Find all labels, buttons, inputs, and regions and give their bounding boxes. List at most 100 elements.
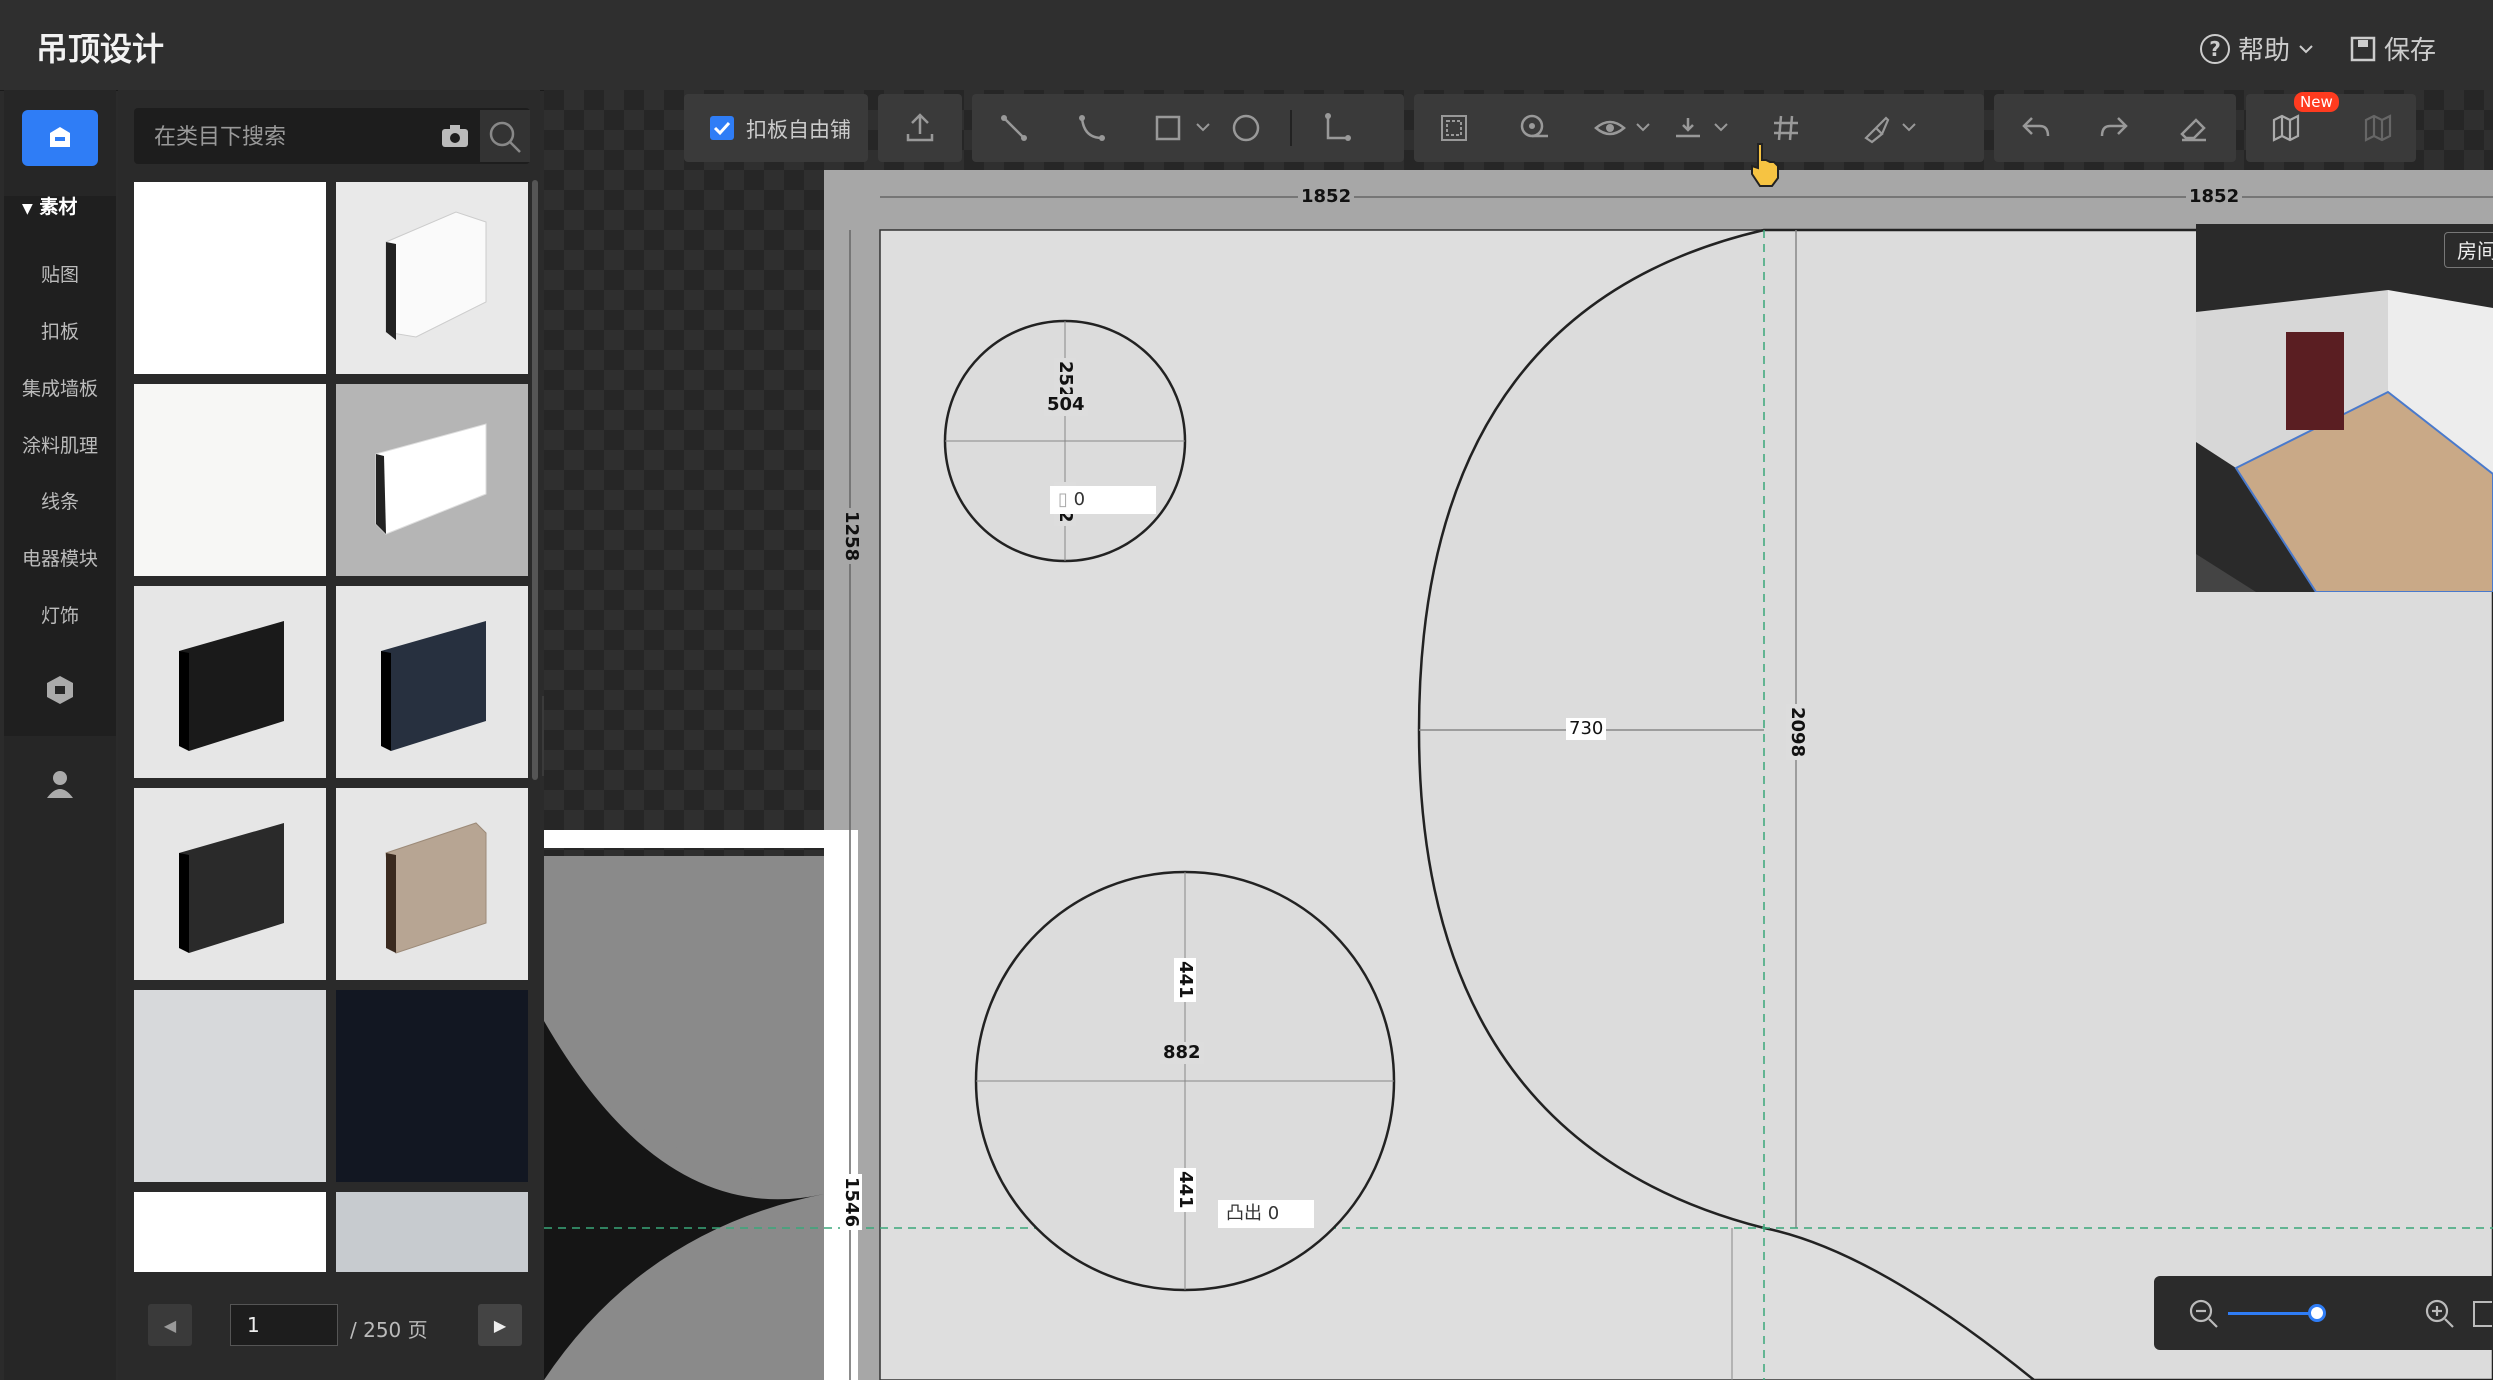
chevron-down-icon[interactable] <box>1902 122 1916 132</box>
eraser-icon <box>2180 118 2206 142</box>
camera-icon[interactable] <box>440 122 470 150</box>
materials-tab-button[interactable] <box>22 110 98 166</box>
search-button[interactable] <box>480 110 530 162</box>
material-tile[interactable] <box>336 990 528 1182</box>
eraser-button[interactable] <box>2174 108 2214 148</box>
category-item-lines[interactable]: 线条 <box>4 487 116 514</box>
save-button[interactable]: 保存 <box>2350 30 2436 67</box>
toolbar-group-export <box>878 94 962 162</box>
left-wall-lower <box>824 830 858 1380</box>
map-alt-button[interactable] <box>2358 108 2398 148</box>
mid-circle-offset-tag[interactable]: 凸出 0 <box>1218 1200 1314 1228</box>
dim-top-left: 1852 <box>1298 186 1355 208</box>
rectangle-tool-button[interactable] <box>1148 108 1188 148</box>
save-icon <box>2350 36 2376 61</box>
undo-button[interactable] <box>2016 108 2056 148</box>
measure-tool-button[interactable] <box>1514 108 1554 148</box>
chevron-down-icon[interactable] <box>1714 122 1728 132</box>
map-button[interactable] <box>2266 108 2306 148</box>
angle-tool-button[interactable] <box>1316 108 1356 148</box>
circle-tool-button[interactable] <box>1226 108 1266 148</box>
search-box <box>134 108 530 166</box>
store-icon <box>50 127 70 147</box>
map-icon <box>2272 114 2300 142</box>
visibility-button[interactable] <box>1590 108 1630 148</box>
toolbar-group-map: New <box>2246 92 2416 162</box>
help-button[interactable]: ? 帮助 <box>2200 30 2314 67</box>
zoom-slider-thumb[interactable] <box>2308 1304 2326 1322</box>
pagination: ◀ / 250 页 ▶ <box>148 1304 528 1354</box>
room-3d-render <box>2196 224 2493 592</box>
material-tile[interactable] <box>134 1192 326 1272</box>
select-area-button[interactable] <box>1434 108 1474 148</box>
zoom-bar <box>2154 1276 2493 1350</box>
material-tile[interactable] <box>336 1192 528 1272</box>
category-item-texture[interactable]: 贴图 <box>4 260 116 287</box>
rectangle-icon <box>1155 115 1181 141</box>
material-tile[interactable] <box>134 586 326 778</box>
page-number-input[interactable] <box>230 1304 338 1346</box>
arc-icon <box>1079 115 1105 141</box>
line-tool-button[interactable] <box>994 108 1034 148</box>
material-tile[interactable] <box>336 182 528 374</box>
dim-arc-height: 2098 <box>1786 704 1808 761</box>
app-title: 吊顶设计 <box>36 30 165 68</box>
fit-view-icon[interactable] <box>2472 1300 2492 1328</box>
zoom-slider-track[interactable] <box>2228 1312 2318 1315</box>
material-panel: ◀ / 250 页 ▶ <box>118 90 540 1380</box>
align-button[interactable] <box>1668 108 1708 148</box>
molding-white-thumbnail <box>385 211 487 340</box>
material-tile[interactable] <box>134 990 326 1182</box>
help-icon: ? <box>2200 33 2230 64</box>
molding-black-thumbnail <box>179 621 284 751</box>
prev-page-button[interactable]: ◀ <box>148 1304 192 1346</box>
chevron-down-icon[interactable] <box>1196 122 1210 132</box>
map-disabled-icon <box>2364 114 2392 142</box>
category-item-electrical[interactable]: 电器模块 <box>4 544 116 571</box>
search-icon <box>489 121 521 153</box>
search-input[interactable] <box>134 108 406 166</box>
hand-cursor-icon <box>1751 143 1779 187</box>
redo-icon <box>2100 117 2128 137</box>
next-page-button[interactable]: ▶ <box>478 1304 522 1346</box>
user-icon[interactable] <box>44 768 76 800</box>
select-frame-icon <box>1441 115 1467 141</box>
hexagon-icon[interactable] <box>44 674 76 706</box>
zoom-in-icon[interactable] <box>2424 1298 2456 1330</box>
chevron-down-icon <box>2299 44 2313 53</box>
material-tile[interactable] <box>336 788 528 980</box>
zoom-out-icon[interactable] <box>2188 1298 2220 1330</box>
arc-tool-button[interactable] <box>1072 108 1112 148</box>
paint-brush-icon <box>1864 116 1890 144</box>
toolbar-divider <box>1290 110 1292 146</box>
paint-button[interactable] <box>1856 108 1896 148</box>
tape-measure-icon <box>1520 114 1548 138</box>
export-button[interactable] <box>900 108 940 148</box>
dim-small-circle-diameter: 504 <box>1044 394 1088 416</box>
room-3d-preview[interactable]: 房间 <box>2196 224 2493 592</box>
category-item-lighting[interactable]: 灯饰 <box>4 601 116 628</box>
redo-button[interactable] <box>2094 108 2134 148</box>
material-tile[interactable] <box>336 384 528 576</box>
chevron-down-icon[interactable] <box>1636 122 1650 132</box>
category-item-panel[interactable]: 扣板 <box>4 317 116 344</box>
toolbar-group-draw <box>972 94 1404 162</box>
room-view-button[interactable]: 房间 <box>2444 232 2493 268</box>
dim-arc-radius: 730 <box>1566 718 1607 740</box>
dim-top-right: 1852 <box>2186 186 2243 208</box>
category-item-paint[interactable]: 涂料肌理 <box>4 431 116 458</box>
molding-navy-thumbnail <box>381 621 486 751</box>
category-item-wall-panel[interactable]: 集成墙板 <box>4 374 116 401</box>
material-tile[interactable] <box>336 586 528 778</box>
small-circle-offset-tag[interactable]: ▯ 0 <box>1050 486 1156 514</box>
dim-mid-circle-top: 441 <box>1174 958 1196 1002</box>
dim-mid-circle-diameter: 882 <box>1160 1042 1204 1064</box>
material-tile[interactable] <box>134 788 326 980</box>
panel-scrollbar[interactable] <box>532 180 538 780</box>
material-tile[interactable] <box>134 182 326 374</box>
free-tile-toggle[interactable]: 扣板自由铺 <box>684 94 868 162</box>
material-tile[interactable] <box>134 384 326 576</box>
title-bar: 吊顶设计 ? 帮助 保存 <box>0 0 2493 91</box>
checkbox-checked-icon[interactable] <box>710 116 734 140</box>
category-section-title[interactable]: ▼ 素材 <box>22 192 77 219</box>
